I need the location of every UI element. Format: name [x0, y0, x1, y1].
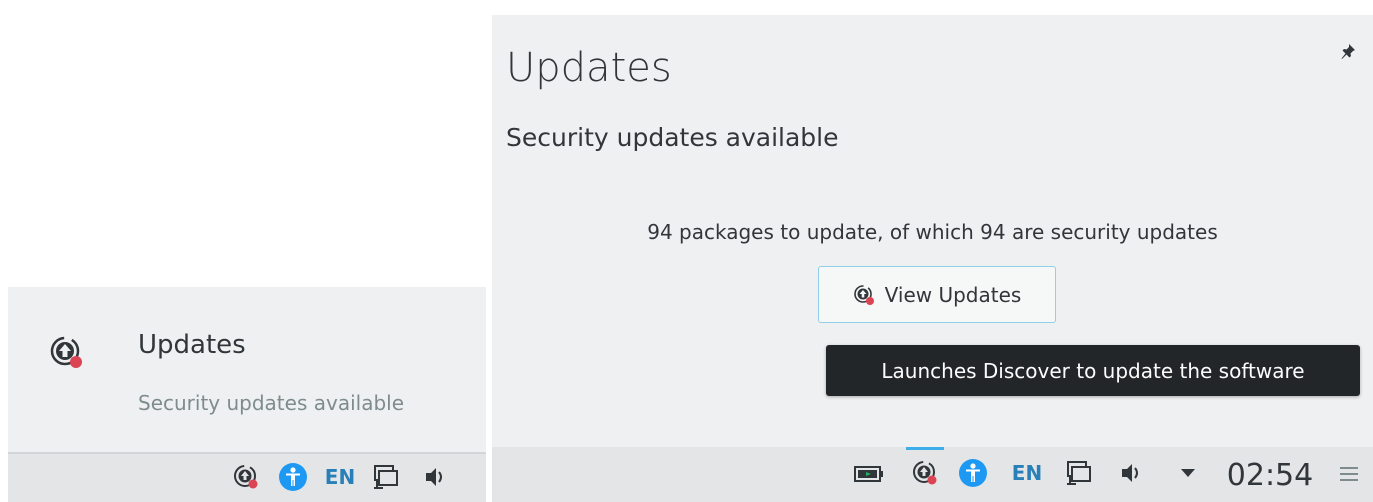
right-updates-popup: Updates Security updates available 94 pa… [492, 15, 1373, 447]
panel-menu-button[interactable] [1336, 461, 1362, 487]
update-tray-icon[interactable] [910, 458, 940, 488]
battery-tray-icon[interactable] [853, 459, 885, 489]
active-item-indicator [906, 447, 944, 450]
popup-title: Updates [506, 45, 672, 91]
expand-arrow-icon [1181, 469, 1195, 477]
update-tray-icon[interactable] [232, 463, 260, 491]
left-updates-popup: Updates Security updates available [8, 287, 486, 452]
update-summary: 94 packages to update, of which 94 are s… [647, 220, 1218, 244]
volume-tray-icon[interactable] [420, 462, 450, 492]
popup-subtitle: Security updates available [138, 391, 405, 415]
tooltip: Launches Discover to update the software [826, 345, 1360, 396]
volume-icon [426, 468, 442, 486]
view-updates-button[interactable]: View Updates [818, 266, 1056, 323]
update-icon [50, 336, 82, 368]
update-icon [913, 461, 937, 485]
accessibility-icon [279, 463, 307, 491]
keyboard-layout-indicator[interactable]: EN [1010, 459, 1044, 487]
battery-icon [854, 466, 883, 482]
volume-tray-icon[interactable] [1116, 458, 1146, 488]
volume-icon [1122, 464, 1138, 482]
accessibility-tray-icon[interactable] [957, 457, 989, 489]
update-icon [234, 465, 258, 489]
network-tray-icon[interactable] [1064, 458, 1094, 488]
keyboard-layout-indicator[interactable]: EN [324, 463, 356, 491]
popup-title: Updates [138, 330, 246, 360]
pin-icon[interactable] [1340, 43, 1356, 59]
accessibility-tray-icon[interactable] [277, 461, 309, 493]
view-updates-label: View Updates [884, 282, 1022, 307]
accessibility-icon [959, 459, 987, 487]
update-icon [853, 284, 874, 305]
digital-clock[interactable]: 02:54 [1212, 455, 1328, 495]
network-icon [374, 465, 398, 489]
network-tray-icon[interactable] [371, 462, 401, 492]
expand-tray-button[interactable] [1176, 461, 1200, 485]
popup-subtitle: Security updates available [506, 123, 839, 152]
hamburger-menu-icon [1340, 467, 1358, 481]
network-icon [1067, 461, 1091, 485]
right-system-tray: EN 02:54 [492, 447, 1373, 502]
left-system-tray: EN [8, 452, 486, 502]
